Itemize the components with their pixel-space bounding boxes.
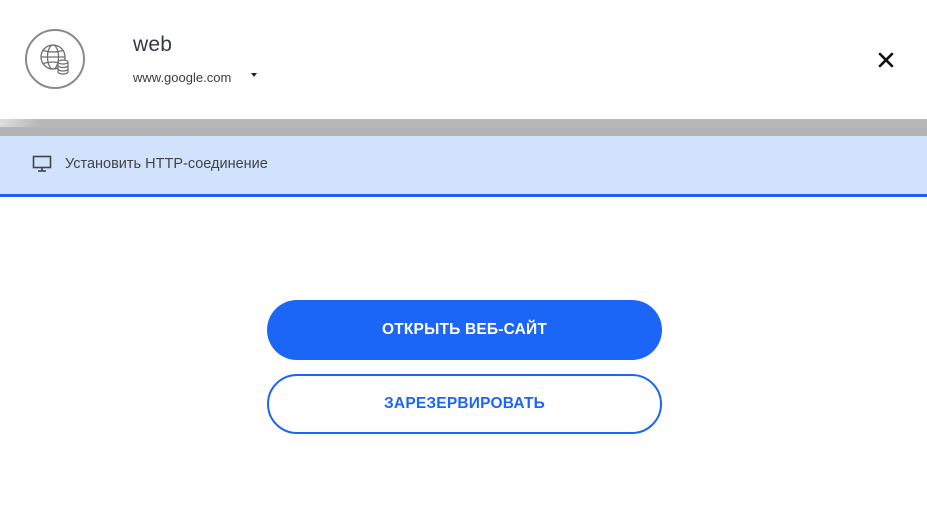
page-title: web [133, 33, 173, 56]
header-divider [0, 119, 927, 136]
open-website-button[interactable]: ОТКРЫТЬ ВЕБ-САЙТ [267, 300, 662, 360]
reserve-button[interactable]: ЗАРЕЗЕРВИРОВАТЬ [267, 374, 662, 434]
connection-info-bar: Установить HTTP-соединение [0, 136, 927, 197]
url-selector[interactable]: www.google.com [133, 70, 258, 85]
close-icon[interactable] [878, 52, 894, 68]
url-text: www.google.com [133, 70, 232, 85]
header: web www.google.com [0, 0, 927, 119]
monitor-icon [32, 155, 52, 172]
globe-database-icon [40, 44, 69, 75]
avatar [25, 29, 85, 89]
divider-shade [0, 119, 40, 127]
connection-info-text: Установить HTTP-соединение [65, 156, 268, 172]
caret-down-icon[interactable] [251, 72, 258, 77]
close-button[interactable] [871, 45, 901, 75]
